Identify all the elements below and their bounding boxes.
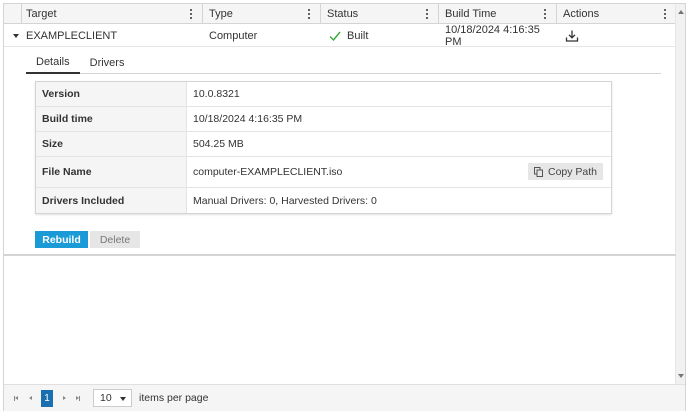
header-target-label: Target	[26, 8, 57, 20]
delete-button[interactable]: Delete	[90, 231, 140, 248]
scroll-up-icon[interactable]	[678, 10, 684, 14]
header-actions-label: Actions	[563, 8, 600, 20]
header-target[interactable]: Target	[22, 4, 203, 24]
last-page-icon[interactable]	[71, 391, 85, 405]
grid-header: Target Type Status Build Time Actions	[4, 4, 676, 24]
header-status-label: Status	[327, 8, 359, 20]
size-label: Size	[36, 132, 187, 156]
rebuild-button[interactable]: Rebuild	[35, 231, 88, 248]
page-number-current[interactable]: 1	[41, 389, 53, 407]
column-menu-icon[interactable]	[542, 7, 548, 21]
detail-row-drivers: Drivers Included Manual Drivers: 0, Harv…	[36, 188, 611, 213]
version-label: Version	[36, 82, 187, 106]
drivers-included-label: Drivers Included	[36, 188, 187, 213]
page-size-value: 10	[100, 392, 112, 404]
detail-tabs: Details Drivers	[26, 52, 661, 74]
scroll-down-icon[interactable]	[678, 374, 684, 378]
column-menu-icon[interactable]	[424, 7, 430, 21]
file-name-label: File Name	[36, 157, 187, 187]
download-icon[interactable]	[565, 29, 579, 43]
check-icon	[329, 31, 341, 42]
header-expand-column	[4, 4, 22, 24]
copy-path-label: Copy Path	[547, 165, 598, 178]
column-menu-icon[interactable]	[306, 7, 312, 21]
detail-row-file-name: File Name computer-EXAMPLECLIENT.iso Cop…	[36, 157, 611, 188]
version-value: 10.0.8321	[193, 88, 240, 100]
header-actions[interactable]: Actions	[557, 4, 676, 24]
size-value: 504.25 MB	[193, 138, 244, 150]
collapse-row-toggle[interactable]	[4, 25, 22, 47]
pager: 1 10 items per page	[4, 384, 685, 411]
table-row[interactable]: EXAMPLECLIENT Computer Built 10/18/2024 …	[4, 24, 676, 48]
detail-actions: Rebuild Delete	[35, 231, 140, 248]
copy-path-button[interactable]: Copy Path	[528, 163, 603, 180]
caret-down-icon	[13, 34, 19, 38]
header-type-label: Type	[209, 8, 233, 20]
vertical-scrollbar[interactable]	[675, 4, 685, 384]
next-page-icon[interactable]	[57, 391, 71, 405]
page-size-select[interactable]: 10	[93, 389, 132, 407]
tab-drivers[interactable]: Drivers	[80, 52, 135, 74]
cell-target: EXAMPLECLIENT	[26, 30, 118, 42]
cell-actions	[557, 25, 676, 47]
detail-row-size: Size 504.25 MB	[36, 132, 611, 157]
page-size-label: items per page	[139, 392, 209, 404]
header-type[interactable]: Type	[203, 4, 321, 24]
build-time-label: Build time	[36, 107, 187, 131]
file-name-cell: computer-EXAMPLECLIENT.iso Copy Path	[187, 157, 611, 187]
cell-build-time: 10/18/2024 4:16:35 PM	[445, 24, 540, 48]
header-build-time-label: Build Time	[445, 8, 497, 20]
row-detail-panel: Details Drivers Version 10.0.8321 Build …	[4, 48, 676, 256]
previous-page-icon[interactable]	[23, 391, 37, 405]
details-table: Version 10.0.8321 Build time 10/18/2024 …	[35, 81, 612, 214]
cell-type: Computer	[209, 30, 258, 42]
copy-icon	[533, 166, 543, 177]
column-menu-icon[interactable]	[188, 7, 194, 21]
detail-row-version: Version 10.0.8321	[36, 82, 611, 107]
tab-details[interactable]: Details	[26, 52, 80, 74]
cell-status: Built	[321, 25, 439, 47]
first-page-icon[interactable]	[9, 391, 23, 405]
build-grid: Target Type Status Build Time Actions EX…	[3, 3, 686, 411]
status-text: Built	[347, 30, 369, 42]
header-build-time[interactable]: Build Time	[439, 4, 557, 24]
column-menu-icon[interactable]	[662, 7, 668, 21]
chevron-down-icon	[120, 397, 126, 401]
build-time-value: 10/18/2024 4:16:35 PM	[193, 113, 303, 125]
detail-row-build-time: Build time 10/18/2024 4:16:35 PM	[36, 107, 611, 132]
drivers-included-value: Manual Drivers: 0, Harvested Drivers: 0	[193, 194, 377, 207]
header-status[interactable]: Status	[321, 4, 439, 24]
file-name-value: computer-EXAMPLECLIENT.iso	[193, 166, 343, 178]
